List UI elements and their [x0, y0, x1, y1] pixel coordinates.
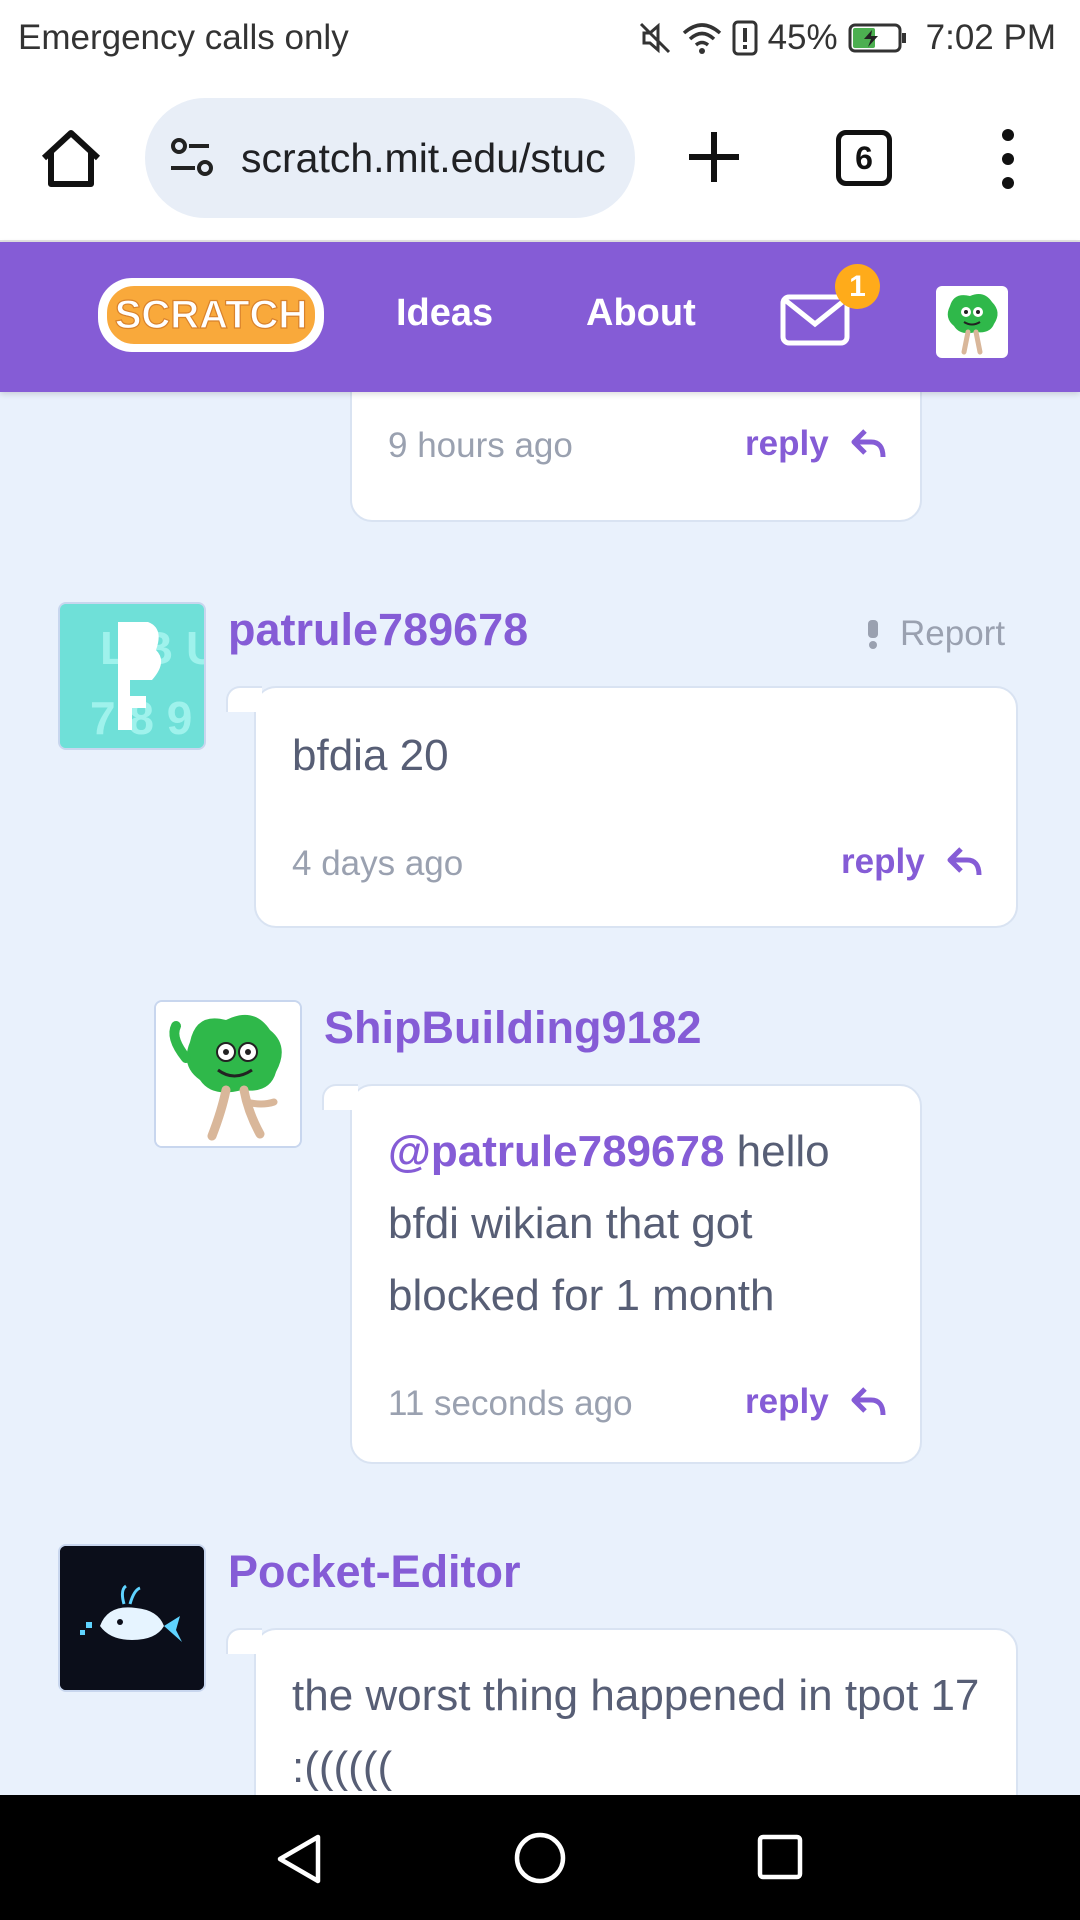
- reply-button[interactable]: reply: [745, 424, 887, 464]
- recents-icon[interactable]: [756, 1833, 804, 1881]
- browser-toolbar: scratch.mit.edu/stuc 6: [0, 76, 1080, 242]
- comment-text: the worst thing happened in tpot 17 :(((…: [292, 1671, 980, 1792]
- home-icon[interactable]: [38, 126, 104, 192]
- reply-button[interactable]: reply: [745, 1382, 887, 1422]
- reply-arrow-icon: [947, 847, 982, 876]
- comment-bubble: @patrule789678 hello bfdi wikian that go…: [322, 1084, 922, 1464]
- comment-time: 11 seconds ago: [388, 1384, 633, 1423]
- reply-arrow-icon: [851, 429, 886, 458]
- comment-bubble: 9 hours ago reply: [350, 392, 922, 522]
- logo-text: SCRATCH: [115, 293, 308, 337]
- report-flag-icon: [868, 620, 878, 649]
- comment-bubble: the worst thing happened in tpot 17 :(((…: [226, 1628, 1018, 1795]
- whale-avatar-icon: [60, 1546, 204, 1690]
- alert-icon: [732, 20, 758, 56]
- wifi-icon: [682, 23, 721, 54]
- reply-button[interactable]: reply: [841, 842, 983, 882]
- reply-arrow-icon: [851, 1387, 886, 1416]
- profile-avatar[interactable]: [936, 286, 1008, 358]
- tab-switcher-button[interactable]: 6: [836, 130, 892, 186]
- bubble-tail: [322, 1084, 358, 1110]
- gobo-avatar-icon: [156, 1002, 300, 1146]
- report-label: Report: [900, 614, 1006, 653]
- new-tab-icon[interactable]: [685, 128, 743, 186]
- battery-icon: [848, 23, 906, 53]
- comment-time: 4 days ago: [292, 844, 464, 883]
- site-settings-icon[interactable]: [163, 128, 223, 188]
- back-icon[interactable]: [274, 1833, 324, 1885]
- nav-ideas-link[interactable]: Ideas: [396, 292, 493, 335]
- home-circle-icon[interactable]: [513, 1831, 567, 1885]
- message-count-badge: 1: [835, 264, 880, 309]
- tab-count: 6: [855, 139, 873, 176]
- gobo-avatar-icon: [947, 294, 998, 355]
- clock: 7:02 PM: [925, 18, 1056, 57]
- comment-username[interactable]: ShipBuilding9182: [324, 1002, 702, 1054]
- url-text[interactable]: scratch.mit.edu/stuc: [241, 135, 606, 182]
- comment-mention[interactable]: @patrule789678: [388, 1127, 724, 1176]
- comment-username[interactable]: Pocket-Editor: [228, 1546, 521, 1598]
- carrier-text: Emergency calls only: [18, 18, 349, 57]
- report-button[interactable]: Report: [866, 614, 1005, 654]
- status-bar: Emergency calls only 45% 7:02 PM: [0, 0, 1080, 76]
- comments-list: 9 hours ago reply L B U 7 8 9 patrule789…: [0, 392, 1080, 1795]
- mute-icon: [639, 22, 670, 54]
- comment-bubble: bfdia 20 4 days ago reply: [226, 686, 1018, 928]
- bubble-tail: [226, 1628, 262, 1654]
- messages-icon[interactable]: [780, 294, 850, 346]
- letter-avatar-icon: L B U 7 8 9: [60, 604, 204, 748]
- address-bar[interactable]: scratch.mit.edu/stuc: [145, 98, 635, 218]
- bubble-tail: [226, 686, 262, 712]
- reply-label: reply: [841, 842, 925, 881]
- avatar-pocket-editor[interactable]: [58, 1544, 206, 1692]
- avatar-shipbuilding9182[interactable]: [154, 1000, 302, 1148]
- status-icons: 45% 7:02 PM: [638, 18, 1056, 58]
- system-navigation-bar: [0, 1795, 1080, 1920]
- nav-about-link[interactable]: About: [586, 292, 696, 335]
- comment-text: @patrule789678 hello bfdi wikian that go…: [388, 1116, 888, 1332]
- comment-text: bfdia 20: [292, 731, 449, 780]
- reply-label: reply: [745, 424, 829, 463]
- comment-username[interactable]: patrule789678: [228, 604, 528, 656]
- scratch-logo[interactable]: SCRATCH: [96, 272, 326, 358]
- scratch-navbar: SCRATCH Ideas About: [0, 242, 1080, 392]
- reply-label: reply: [745, 1382, 829, 1421]
- avatar-patrule789678[interactable]: L B U 7 8 9: [58, 602, 206, 750]
- comment-time: 9 hours ago: [388, 426, 573, 465]
- more-menu-icon[interactable]: [995, 126, 1021, 192]
- battery-percent: 45%: [767, 18, 838, 57]
